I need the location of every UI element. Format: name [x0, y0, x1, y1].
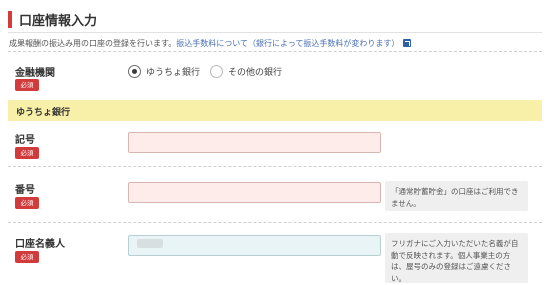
title-accent-bar — [8, 11, 12, 28]
section-description: 成果報酬の振込み用の口座の登録を行います。振込手数料について（銀行によって振込手… — [9, 38, 412, 49]
radio-unchecked-icon[interactable] — [210, 64, 223, 78]
required-badge: 必須 — [15, 147, 39, 159]
symbol-input[interactable] — [128, 132, 381, 153]
symbol-label: 記号 — [15, 135, 35, 146]
account-holder-input[interactable] — [128, 235, 381, 256]
number-input[interactable] — [128, 182, 381, 203]
required-badge: 必須 — [15, 251, 39, 263]
number-note: 「通常貯蓄貯金」の口座はご利用できません。 — [385, 181, 528, 211]
radio-option-label: その他の銀行 — [228, 67, 283, 78]
radio-option-other-bank[interactable]: その他の銀行 — [210, 64, 282, 78]
external-link-icon[interactable] — [403, 39, 412, 47]
radio-option-label: ゆうちょ銀行 — [146, 67, 201, 78]
divider — [8, 166, 542, 167]
number-label: 番号 — [15, 185, 35, 196]
bank-section-title: ゆうちょ銀行 — [16, 108, 71, 118]
section-header: 口座情報入力 — [8, 9, 542, 33]
account-holder-note: フリガナにご入力いただいた名義が自動で反映されます。個人事業主の方は、屋号のみの… — [385, 233, 528, 283]
radio-checked-icon[interactable] — [128, 64, 141, 78]
description-text: 成果報酬の振込み用の口座の登録を行います。 — [9, 39, 177, 48]
radio-option-yucho[interactable]: ゆうちょ銀行 — [128, 64, 200, 78]
divider — [8, 222, 542, 223]
fee-info-link[interactable]: 振込手数料について（銀行によって振込手数料が変わります） — [176, 39, 399, 48]
required-badge: 必須 — [15, 197, 39, 209]
redacted-value — [137, 239, 163, 248]
divider — [8, 51, 542, 52]
section-title: 口座情報入力 — [19, 14, 98, 29]
required-badge: 必須 — [15, 79, 39, 91]
bank-section-header: ゆうちょ銀行 — [8, 100, 542, 121]
account-holder-label: 口座名義人 — [15, 239, 65, 250]
financial-institution-label: 金融機関 — [15, 68, 55, 79]
